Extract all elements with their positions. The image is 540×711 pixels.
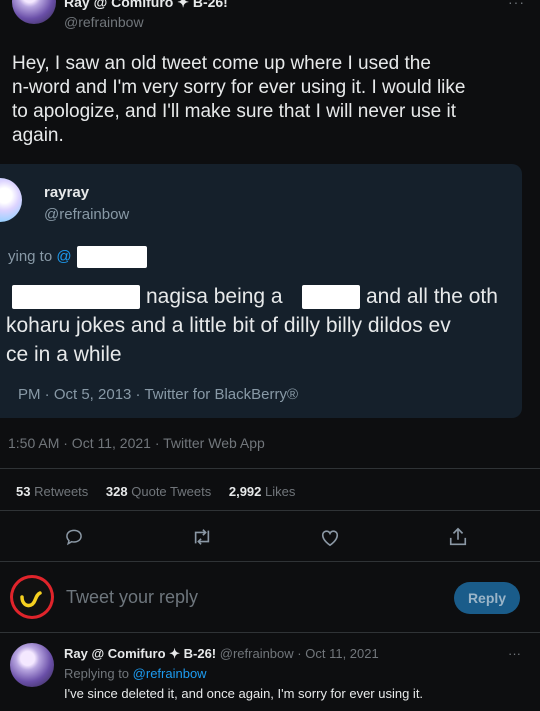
reply-display-name[interactable]: Ray @ Comifuro ✦ B-26! [64,646,216,661]
likes-label: Likes [265,484,296,499]
quoted-handle: @refrainbow [44,206,130,223]
redaction-box [12,285,140,309]
redaction-box [302,285,360,309]
divider [0,510,540,511]
author-display-name[interactable]: Ray @ Comifuro ✦ B-26! [64,0,228,11]
reply-input[interactable]: Tweet your reply [66,587,198,608]
likes-count: 2,992 [228,484,262,499]
retweet-icon[interactable] [191,527,213,547]
replying-mention: @ [56,248,72,265]
divider [0,468,540,469]
quoted-text-fragment: nagisa being a [146,285,283,308]
author-handle[interactable]: @refrainbow [64,14,144,30]
tweet-text-line: n-word and I'm very sorry for ever using… [12,77,466,98]
retweets-label: Retweets [34,484,89,499]
quoted-text: nagisa being a and all the oth koharu jo… [6,282,522,369]
reply-icon[interactable] [64,527,84,547]
user-avatar-glyph [20,591,42,608]
reply-text: I've since deleted it, and once again, I… [64,686,424,701]
redaction-box [77,246,147,268]
reply-replying-to: Replying to @refrainbow [64,666,207,681]
share-icon[interactable] [448,526,468,548]
quoted-tweet-card[interactable]: rayray @refrainbow ying to @ nagisa bein… [0,164,522,418]
retweets-count: 53 [16,484,31,499]
quoted-avatar [0,178,22,222]
replying-to-link[interactable]: @refrainbow [133,666,207,681]
quoted-text-line: koharu jokes and a little bit of dilly b… [6,314,451,337]
tweet-text-line: Hey, I saw an old tweet come up where I … [12,53,431,74]
quotes-count: 328 [105,484,128,499]
replying-label: Replying to [64,666,130,681]
reply-handle[interactable]: @refrainbow [220,646,294,661]
more-options-icon[interactable]: ··· [508,0,525,10]
tweet-text-line: to apologize, and I'll make sure that I … [12,101,457,122]
reply-more-options-icon[interactable]: ··· [508,646,521,661]
tweet-timestamp[interactable]: 1:50 AM · Oct 11, 2021 · Twitter Web App [8,435,265,451]
tweet-text-line: again. [12,125,64,146]
like-icon[interactable] [319,527,341,547]
quoted-display-name: rayray [44,184,90,201]
likes-stat[interactable]: 2,992 Likes [229,484,296,499]
quoted-replying-to: ying to @ [8,248,72,265]
reply-button[interactable]: Reply [454,582,520,614]
quotes-label: Quote Tweets [131,484,212,499]
author-avatar[interactable] [12,0,56,24]
reply-date[interactable]: · Oct 11, 2021 [297,646,378,661]
tweet-text: Hey, I saw an old tweet come up where I … [12,52,532,148]
divider [0,561,540,562]
quoted-meta: PM · Oct 5, 2013 · Twitter for BlackBerr… [18,386,299,403]
user-avatar[interactable] [10,575,54,619]
retweets-stat[interactable]: 53 Retweets [16,484,92,499]
engagement-stats: 53 Retweets 328 Quote Tweets 2,992 Likes [16,484,295,499]
replying-prefix: ying to [8,248,53,265]
reply-header: Ray @ Comifuro ✦ B-26! @refrainbow · Oct… [64,646,379,662]
quoted-text-fragment: and all the oth [366,285,498,308]
reply-author-avatar[interactable] [10,643,54,687]
quoted-text-line: ce in a while [6,343,122,366]
divider [0,632,540,633]
quotes-stat[interactable]: 328 Quote Tweets [106,484,215,499]
